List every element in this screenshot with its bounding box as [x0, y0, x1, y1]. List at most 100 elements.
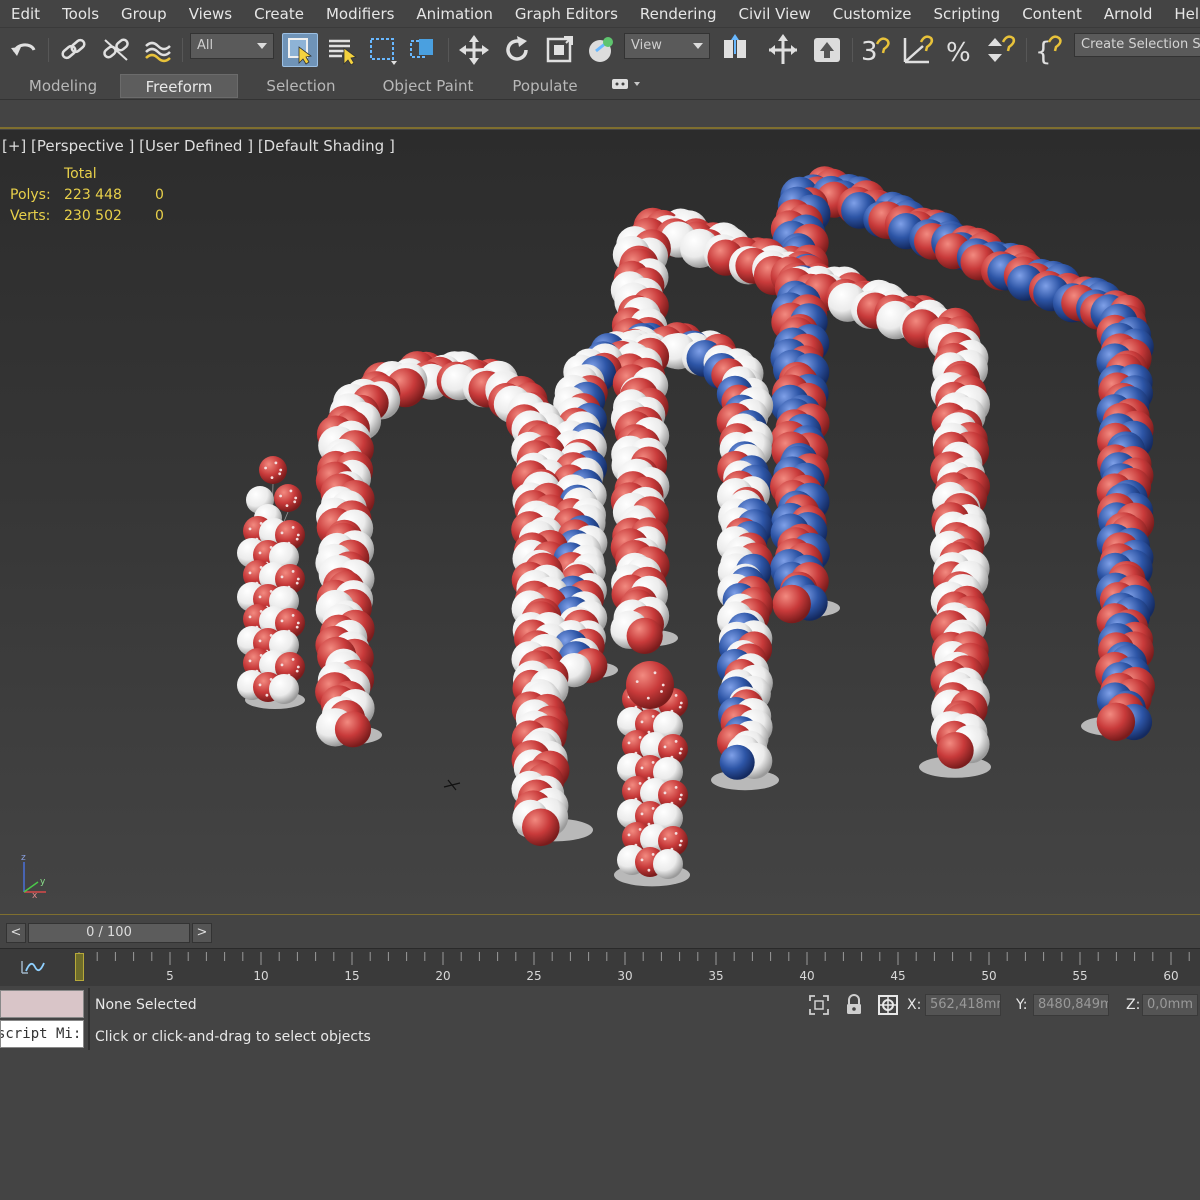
- balloon[interactable]: [936, 732, 974, 769]
- balloon[interactable]: [626, 617, 663, 654]
- isolate-selection-icon[interactable]: [808, 994, 830, 1016]
- snaps-toggle-icon[interactable]: 3: [858, 34, 894, 66]
- window-crossing-icon[interactable]: [406, 34, 440, 66]
- absolute-transform-mode-icon[interactable]: [877, 994, 899, 1016]
- balloon[interactable]: [269, 674, 299, 704]
- create-selection-set-field[interactable]: Create Selection Set: [1074, 33, 1200, 57]
- tab-modeling[interactable]: Modeling: [6, 74, 120, 98]
- time-slider-next-button[interactable]: >: [192, 923, 212, 943]
- bind-to-space-warp-icon[interactable]: [142, 34, 176, 66]
- balloon[interactable]: [653, 849, 683, 879]
- balloon-dot: [291, 614, 295, 617]
- track-area[interactable]: 051015202530354045505560: [72, 949, 1200, 987]
- balloon[interactable]: [274, 484, 302, 512]
- ruler-label: 35: [708, 969, 723, 983]
- balloon-dot: [653, 671, 657, 675]
- time-slider-prev-button[interactable]: <: [6, 923, 26, 943]
- select-object-button[interactable]: [282, 33, 318, 67]
- menu-views[interactable]: Views: [178, 0, 243, 28]
- select-by-name-icon[interactable]: [324, 34, 360, 66]
- balloon-dot: [296, 665, 300, 669]
- select-manipulate-icon[interactable]: [764, 34, 802, 66]
- balloon[interactable]: [719, 744, 755, 780]
- menu-graph-editors[interactable]: Graph Editors: [504, 0, 629, 28]
- unlink-selection-icon[interactable]: [100, 34, 132, 66]
- balloon[interactable]: [259, 456, 287, 484]
- menu-group[interactable]: Group: [110, 0, 178, 28]
- tab-selection[interactable]: Selection: [238, 74, 364, 98]
- select-and-rotate-icon[interactable]: [500, 34, 534, 66]
- mini-curve-editor-icon[interactable]: [18, 957, 48, 977]
- ribbon-divider: [0, 99, 1200, 100]
- ribbon-options-icon[interactable]: [598, 74, 658, 98]
- balloon-dot: [640, 766, 644, 770]
- viewport-label[interactable]: [+] [Perspective ] [User Defined ] [Defa…: [2, 137, 395, 155]
- menu-content[interactable]: Content: [1011, 0, 1093, 28]
- balloon-dot: [646, 696, 650, 700]
- tab-freeform[interactable]: Freeform: [120, 74, 238, 98]
- track-ruler: 051015202530354045505560: [75, 952, 1190, 983]
- selection-lock-icon[interactable]: [843, 994, 865, 1016]
- ruler-label: 20: [435, 969, 450, 983]
- x-coordinate-field[interactable]: 562,418mm: [925, 994, 1001, 1016]
- menu-customize[interactable]: Customize: [822, 0, 923, 28]
- balloon[interactable]: [772, 584, 811, 624]
- verts-total: 230 502: [64, 208, 122, 224]
- menu-help[interactable]: Help: [1163, 0, 1200, 28]
- axis-x-label: x: [32, 891, 38, 900]
- balloon-dot: [285, 504, 289, 507]
- menu-edit[interactable]: Edit: [0, 0, 51, 28]
- menu-scripting[interactable]: Scripting: [922, 0, 1011, 28]
- edit-named-selection-sets-icon[interactable]: {: [1032, 34, 1068, 66]
- balloon[interactable]: [1096, 702, 1136, 741]
- menu-modifiers[interactable]: Modifiers: [315, 0, 405, 28]
- status-bar: script Mi: None Selected Click or click-…: [0, 986, 1200, 1200]
- chevron-down-icon: [693, 43, 703, 49]
- select-and-scale-icon[interactable]: [542, 34, 576, 66]
- maxscript-listener-input[interactable]: script Mi:: [0, 1020, 84, 1048]
- maxscript-listener-output[interactable]: [0, 990, 84, 1018]
- menu-tools[interactable]: Tools: [51, 0, 110, 28]
- track-bar[interactable]: 051015202530354045505560: [0, 948, 1200, 986]
- angle-snap-toggle-icon[interactable]: [900, 34, 936, 66]
- selection-filter-dropdown[interactable]: All: [190, 33, 274, 59]
- use-pivot-point-center-icon[interactable]: [718, 34, 754, 66]
- ribbon-bottom-border: [0, 127, 1200, 129]
- time-slider-thumb[interactable]: 0 / 100: [28, 923, 190, 943]
- balloon-dot: [258, 683, 262, 687]
- menu-civil-view[interactable]: Civil View: [728, 0, 822, 28]
- reference-coordinate-dropdown[interactable]: View: [624, 33, 710, 59]
- y-coordinate-field[interactable]: 8480,849mm: [1033, 994, 1109, 1016]
- menu-animation[interactable]: Animation: [405, 0, 503, 28]
- tab-populate[interactable]: Populate: [492, 74, 598, 98]
- tab-object-paint[interactable]: Object Paint: [364, 74, 492, 98]
- spinner-snap-toggle-icon[interactable]: [982, 34, 1018, 66]
- ruler-label: 50: [981, 969, 996, 983]
- undo-icon[interactable]: [8, 34, 40, 66]
- perspective-viewport[interactable]: [+] [Perspective ] [User Defined ] [Defa…: [0, 130, 1200, 915]
- z-coordinate-field[interactable]: 0,0mm: [1142, 994, 1198, 1016]
- menu-rendering[interactable]: Rendering: [629, 0, 728, 28]
- svg-text:%: %: [946, 38, 971, 66]
- balloon-dot: [640, 858, 644, 862]
- balloon-dot: [248, 615, 252, 619]
- menu-create[interactable]: Create: [243, 0, 315, 28]
- select-and-move-icon[interactable]: [456, 34, 492, 66]
- balloon-dot: [638, 782, 642, 785]
- balloon[interactable]: [522, 808, 560, 847]
- select-and-link-icon[interactable]: [58, 34, 90, 66]
- balloon-dot: [248, 571, 252, 575]
- selection-status: None Selected: [95, 997, 197, 1013]
- balloon-dot: [270, 476, 274, 479]
- balloon-dot: [674, 786, 678, 789]
- percent-snap-toggle-icon[interactable]: %: [942, 34, 978, 66]
- balloon-arches-scene[interactable]: [0, 130, 1200, 915]
- frame-cursor[interactable]: [75, 953, 84, 981]
- keyboard-shortcut-override-icon[interactable]: [808, 34, 846, 66]
- menu-arnold[interactable]: Arnold: [1093, 0, 1164, 28]
- balloon[interactable]: [334, 711, 372, 748]
- select-and-place-icon[interactable]: [584, 34, 620, 66]
- balloon-dot: [663, 837, 667, 841]
- rectangular-selection-region-icon[interactable]: [366, 34, 400, 66]
- balloon[interactable]: [626, 661, 674, 709]
